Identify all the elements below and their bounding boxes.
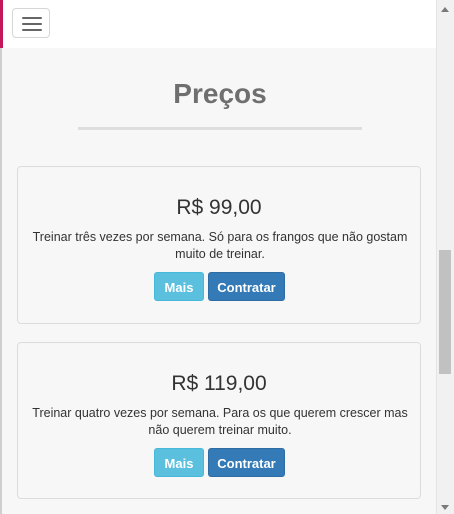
pricing-card: R$ 119,00 Treinar quatro vezes por seman… bbox=[17, 342, 421, 499]
page-edge-accent bbox=[0, 0, 3, 48]
hamburger-menu-icon bbox=[22, 23, 42, 25]
scroll-up-arrow-icon[interactable] bbox=[441, 7, 449, 12]
hamburger-menu-icon bbox=[22, 29, 42, 31]
more-info-button[interactable]: Mais bbox=[154, 272, 204, 301]
more-info-button[interactable]: Mais bbox=[154, 448, 204, 477]
hire-button[interactable]: Contratar bbox=[208, 448, 285, 477]
plan-price: R$ 99,00 bbox=[176, 196, 262, 219]
hamburger-menu-icon bbox=[22, 17, 42, 19]
vertical-scrollbar[interactable] bbox=[436, 0, 454, 514]
title-divider bbox=[78, 127, 362, 130]
section-title: Preços bbox=[173, 78, 267, 109]
scroll-down-arrow-icon[interactable] bbox=[441, 505, 449, 510]
hire-button[interactable]: Contratar bbox=[208, 272, 285, 301]
plan-price: R$ 119,00 bbox=[171, 372, 267, 395]
plan-description: Treinar quatro vezes por semana. Para os… bbox=[32, 406, 408, 437]
navbar bbox=[0, 0, 436, 48]
scrollbar-thumb[interactable] bbox=[439, 250, 451, 374]
pricing-card: R$ 99,00 Treinar três vezes por semana. … bbox=[17, 166, 421, 324]
pricing-section: Preços R$ 99,00 Treinar três vezes por s… bbox=[2, 48, 436, 514]
plan-description: Treinar três vezes por semana. Só para o… bbox=[32, 230, 408, 261]
menu-toggle-button[interactable] bbox=[12, 8, 50, 38]
